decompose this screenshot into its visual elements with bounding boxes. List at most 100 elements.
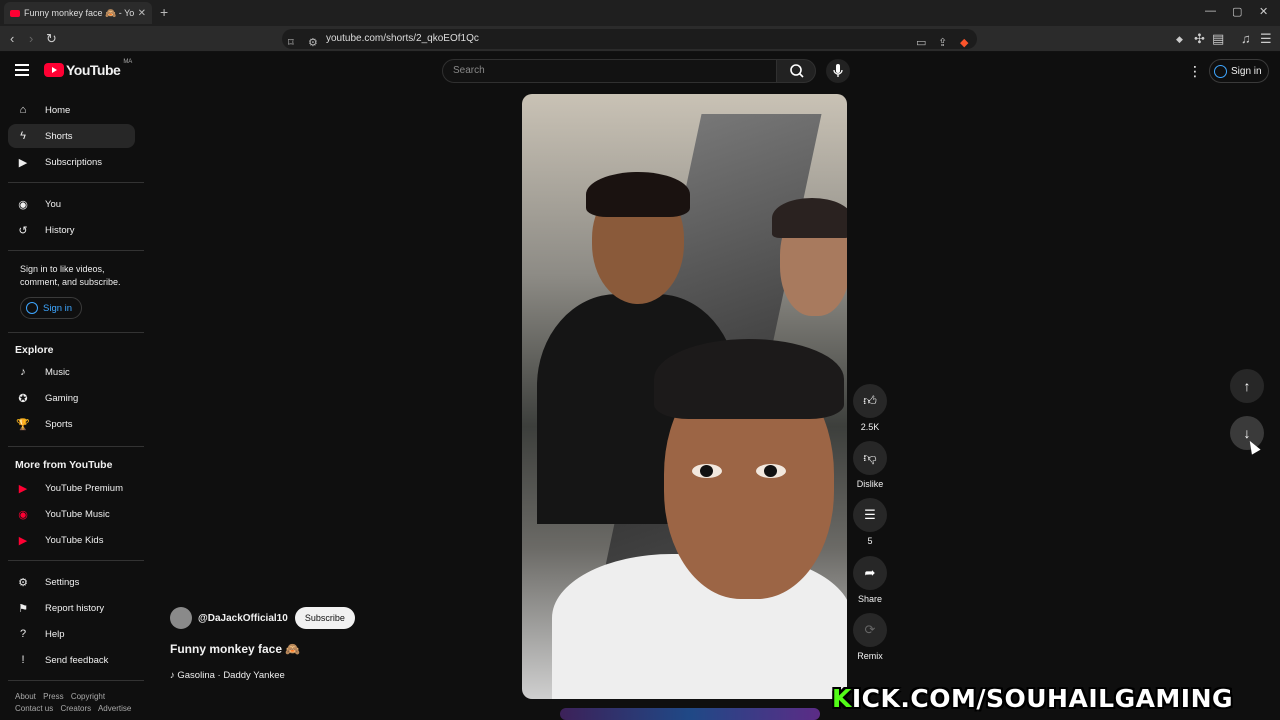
short-title: Funny monkey face 🙈 bbox=[170, 642, 301, 656]
search-button[interactable] bbox=[776, 59, 816, 83]
background-face bbox=[772, 198, 847, 316]
footer-link-creators[interactable]: Creators bbox=[60, 704, 91, 713]
share-button[interactable]: ➦ bbox=[853, 556, 887, 590]
explore-heading: Explore bbox=[15, 344, 54, 356]
sidebar-item-youtube-kids[interactable]: ▶ YouTube Kids bbox=[8, 528, 135, 552]
more-from-youtube-heading: More from YouTube bbox=[15, 459, 113, 471]
gear-icon: ⚙ bbox=[18, 576, 28, 589]
footer-link-copyright[interactable]: Copyright bbox=[71, 692, 105, 701]
window-close-icon[interactable]: ✕ bbox=[1259, 5, 1268, 18]
home-icon: ⌂ bbox=[19, 104, 27, 116]
search-input[interactable]: Search bbox=[442, 59, 778, 83]
watermark-k: K bbox=[832, 684, 852, 713]
footer-link-press[interactable]: Press bbox=[43, 692, 63, 701]
tab-title: Funny monkey face 🙈 - You bbox=[24, 7, 134, 18]
divider bbox=[8, 680, 144, 681]
microphone-icon bbox=[833, 64, 843, 77]
footer-link-contact[interactable]: Contact us bbox=[15, 704, 53, 713]
maximize-icon[interactable]: ▢ bbox=[1232, 5, 1242, 18]
sidebar-item-help[interactable]: ? Help bbox=[8, 622, 135, 646]
music-link[interactable]: ♪ Gasolina · Daddy Yankee bbox=[170, 670, 285, 681]
media-icon[interactable]: ♫ bbox=[1241, 31, 1251, 46]
youtube-kids-icon: ▶ bbox=[18, 534, 28, 547]
comment-icon: ☰ bbox=[864, 507, 876, 522]
forward-icon[interactable]: › bbox=[29, 31, 33, 46]
divider bbox=[8, 250, 144, 251]
youtube-play-icon bbox=[44, 63, 64, 77]
dislike-button[interactable]: 👎︎ bbox=[853, 441, 887, 475]
comments-button[interactable]: ☰ bbox=[853, 498, 887, 532]
url-text: youtube.com/shorts/2_qkoEOf1Qc bbox=[326, 33, 479, 44]
sidebar-item-label: Music bbox=[45, 366, 70, 378]
browser-menu-icon[interactable]: ☰ bbox=[1260, 31, 1272, 47]
wallet-icon[interactable]: ◆ bbox=[1176, 34, 1183, 45]
smiling-face bbox=[586, 172, 690, 304]
channel-avatar[interactable] bbox=[170, 607, 192, 629]
sidebar-item-history[interactable]: ↺ History bbox=[8, 218, 135, 242]
close-tab-icon[interactable]: ✕ bbox=[138, 8, 146, 19]
stream-watermark: KICK.COM/SOUHAILGAMING bbox=[832, 684, 1233, 713]
previous-short-button[interactable]: ↑ bbox=[1230, 369, 1264, 403]
help-icon: ? bbox=[19, 628, 27, 640]
extensions-icon[interactable]: ✣ bbox=[1194, 31, 1205, 47]
watermark-text: ICK.COM/SOUHAILGAMING bbox=[851, 684, 1234, 713]
sidebar-item-shorts[interactable]: ϟ Shorts bbox=[8, 124, 135, 148]
short-video-player[interactable] bbox=[522, 94, 847, 699]
sidebar-item-settings[interactable]: ⚙ Settings bbox=[8, 570, 135, 594]
sidebar-item-send-feedback[interactable]: ! Send feedback bbox=[8, 648, 135, 672]
url-field[interactable]: ⌑ ⚙ youtube.com/shorts/2_qkoEOf1Qc ▭ ⇪ ◆ bbox=[282, 29, 977, 49]
sidebar-item-youtube-music[interactable]: ◉ YouTube Music bbox=[8, 502, 135, 526]
browser-tab[interactable]: Funny monkey face 🙈 - You ✕ bbox=[4, 2, 152, 24]
address-bar-row: ‹ › ↻ ⌑ ⚙ youtube.com/shorts/2_qkoEOf1Qc… bbox=[0, 26, 1280, 52]
sidebar-item-gaming[interactable]: ✪ Gaming bbox=[8, 386, 135, 410]
sidebar-item-subscriptions[interactable]: ▶ Subscriptions bbox=[8, 150, 135, 174]
voice-search-button[interactable] bbox=[826, 59, 850, 83]
divider bbox=[8, 182, 144, 183]
sidebar-item-sports[interactable]: 🏆 Sports bbox=[8, 412, 135, 436]
remix-icon: ⟳ bbox=[864, 622, 876, 637]
subscribe-button[interactable]: Subscribe bbox=[294, 607, 355, 629]
sidebar-item-you[interactable]: ◉ You bbox=[8, 192, 135, 216]
youtube-logo[interactable]: YouTube MA bbox=[44, 59, 132, 78]
feedback-icon: ! bbox=[21, 654, 25, 666]
channel-name[interactable]: @DaJackOfficial10 bbox=[198, 613, 288, 624]
share-page-icon[interactable]: ⇪ bbox=[938, 33, 947, 53]
sign-in-note: Sign in to like videos, comment, and sub… bbox=[20, 264, 121, 287]
brave-shield-icon[interactable]: ◆ bbox=[960, 33, 968, 53]
new-tab-button[interactable]: + bbox=[160, 4, 168, 20]
menu-icon[interactable] bbox=[15, 64, 29, 76]
sidebar-sign-in-button[interactable]: Sign in bbox=[20, 297, 82, 319]
subscriptions-icon: ▶ bbox=[18, 156, 28, 169]
sidebar-item-label: History bbox=[45, 224, 75, 236]
divider bbox=[8, 446, 144, 447]
sign-in-button[interactable]: Sign in bbox=[1209, 59, 1269, 83]
footer-link-advertise[interactable]: Advertise bbox=[98, 704, 131, 713]
sidebar-item-report-history[interactable]: ⚑ Report history bbox=[8, 596, 135, 620]
cast-icon[interactable]: ▭ bbox=[916, 33, 926, 53]
sidebar-item-home[interactable]: ⌂ Home bbox=[8, 98, 135, 122]
sidebar-item-label: Settings bbox=[45, 576, 80, 588]
sidebar-item-label: Send feedback bbox=[45, 654, 109, 666]
like-button[interactable]: 👍︎ bbox=[853, 384, 887, 418]
browser-tab-bar: Funny monkey face 🙈 - You ✕ + — ▢ ✕ bbox=[0, 0, 1280, 26]
thumb-up-icon: 👍︎ bbox=[863, 393, 877, 408]
bookmark-icon[interactable]: ⌑ bbox=[288, 33, 294, 53]
arrow-up-icon: ↑ bbox=[1243, 378, 1251, 394]
arrow-down-icon: ↓ bbox=[1243, 425, 1251, 441]
footer-link-about[interactable]: About bbox=[15, 692, 36, 701]
share-icon: ➦ bbox=[864, 565, 876, 580]
remix-button[interactable]: ⟳ bbox=[853, 613, 887, 647]
youtube-premium-icon: ▶ bbox=[18, 482, 28, 495]
sidebar-item-label: Report history bbox=[45, 602, 105, 614]
reload-icon[interactable]: ↻ bbox=[46, 31, 57, 47]
settings-kebab-icon[interactable]: ⋮ bbox=[1188, 63, 1202, 80]
divider bbox=[8, 560, 144, 561]
site-settings-icon[interactable]: ⚙ bbox=[308, 33, 318, 53]
back-icon[interactable]: ‹ bbox=[10, 31, 14, 46]
sidebar-toggle-icon[interactable]: ▤ bbox=[1212, 31, 1224, 47]
minimize-icon[interactable]: — bbox=[1205, 5, 1216, 17]
sidebar-item-music[interactable]: ♪ Music bbox=[8, 360, 135, 384]
sidebar-item-youtube-premium[interactable]: ▶ YouTube Premium bbox=[8, 476, 135, 500]
you-icon: ◉ bbox=[18, 198, 28, 211]
dislike-action: 👎︎ Dislike bbox=[849, 441, 891, 489]
